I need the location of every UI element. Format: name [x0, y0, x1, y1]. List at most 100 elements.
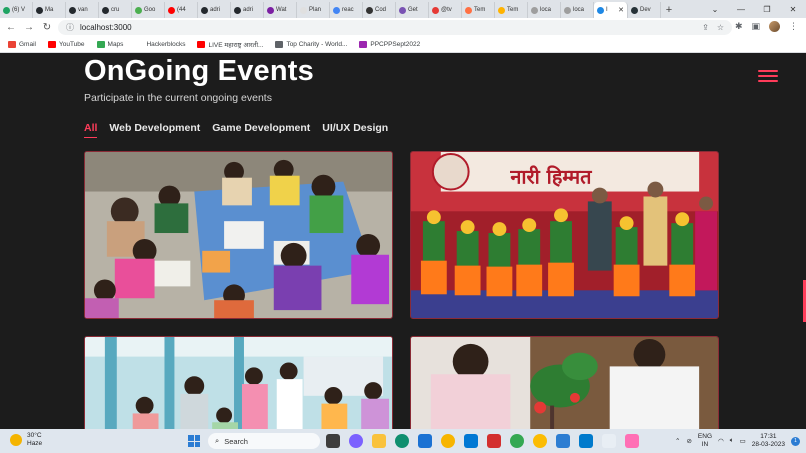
bookmark-item[interactable]: PPCPPSept2022	[359, 41, 420, 48]
hamburger-menu-icon[interactable]	[758, 70, 778, 84]
tab-title: Tem	[507, 7, 519, 13]
event-card[interactable]	[410, 336, 719, 429]
browser-tab[interactable]: I ✕	[594, 2, 628, 18]
browser-tab[interactable]: @tv	[429, 2, 462, 18]
bookmark-item[interactable]: LIVE महाराष्ट्र आरती...	[197, 40, 263, 49]
browser-tab[interactable]: loca	[528, 2, 561, 18]
address-bar[interactable]: ⓘ localhost:3000 ⇪ ☆	[58, 20, 732, 35]
browser-tab[interactable]: Tem	[495, 2, 528, 18]
browser-tab[interactable]: Dev	[628, 2, 661, 18]
mcafee-icon[interactable]	[487, 434, 501, 448]
chat-icon[interactable]	[349, 434, 363, 448]
snipping-tool-icon[interactable]	[556, 434, 570, 448]
windows-start-icon[interactable]	[188, 435, 200, 447]
browser-tab[interactable]: cru	[99, 2, 132, 18]
filter-tab[interactable]: All	[84, 122, 98, 138]
browser-tab[interactable]: adri	[231, 2, 264, 18]
new-tab-button[interactable]: +	[661, 2, 677, 18]
browser-tab[interactable]: van	[66, 2, 99, 18]
browser-tab[interactable]: adri	[198, 2, 231, 18]
browser-tab[interactable]: loca	[561, 2, 594, 18]
bookmark-item[interactable]: YouTube	[47, 41, 85, 48]
browser-tab[interactable]: Plan	[297, 2, 330, 18]
bookmark-label: PPCPPSept2022	[370, 41, 421, 48]
event-card[interactable]: नारी हिम्मत	[410, 151, 719, 319]
notification-badge[interactable]: 1	[791, 436, 800, 446]
bookmark-star-icon[interactable]: ☆	[717, 23, 724, 32]
tab-favicon-icon	[168, 6, 175, 14]
filter-tab[interactable]: Web Development	[109, 122, 200, 138]
bookmark-favicon-icon	[275, 41, 284, 48]
store-icon[interactable]	[418, 434, 432, 448]
browser-tab[interactable]: Wat	[264, 2, 297, 18]
photos-icon[interactable]	[464, 434, 478, 448]
network-warning-icon[interactable]: ⊘	[686, 437, 691, 445]
battery-icon[interactable]: ▭	[740, 437, 746, 445]
restore-icon[interactable]: ❐	[754, 0, 780, 18]
filter-tab[interactable]: UI/UX Design	[322, 122, 388, 138]
extensions-icon[interactable]: ✱	[735, 21, 743, 32]
bookmark-item[interactable]: Top Charity - World...	[275, 41, 347, 48]
filter-tab[interactable]: Game Development	[212, 122, 310, 138]
menu-kebab-icon[interactable]: ⋮	[789, 21, 798, 32]
wifi-icon[interactable]: ◠	[718, 437, 724, 445]
volume-icon[interactable]: 🔈︎	[730, 437, 734, 445]
windows-taskbar: 30°C Haze ⌕ Search ⌃ ⊘ ENG IN ◠ 🔈︎ ▭ 17:…	[0, 429, 806, 453]
bookmark-item[interactable]: Gmail	[8, 41, 36, 48]
minimize-icon[interactable]: —	[728, 0, 754, 18]
event-card[interactable]	[84, 151, 393, 319]
tab-favicon-icon	[366, 6, 373, 14]
terminal-icon[interactable]	[602, 434, 616, 448]
bookmark-item[interactable]: Hackerblocks	[135, 41, 185, 48]
tab-favicon-icon	[3, 6, 10, 14]
taskbar-search[interactable]: ⌕ Search	[208, 433, 320, 449]
browser-tab[interactable]: Goo	[132, 2, 165, 18]
tab-title: Goo	[144, 7, 156, 13]
figma-icon[interactable]	[625, 434, 639, 448]
weather-condition: Haze	[27, 440, 43, 447]
reload-icon[interactable]: ↻	[42, 22, 52, 33]
weather-widget[interactable]: 30°C Haze	[10, 432, 42, 448]
task-view-icon[interactable]	[326, 434, 340, 448]
file-explorer-icon[interactable]	[372, 434, 386, 448]
language-indicator[interactable]: ENG IN	[698, 433, 712, 449]
bookmark-item[interactable]: Maps	[96, 41, 123, 48]
tab-title: (6) V	[12, 7, 26, 13]
browser-tab[interactable]: Cod	[363, 2, 396, 18]
tab-favicon-icon	[333, 6, 340, 14]
edge-icon[interactable]	[395, 434, 409, 448]
bookmark-label: Gmail	[19, 41, 36, 48]
url-text[interactable]: localhost:3000	[80, 23, 132, 32]
bookmark-label: Top Charity - World...	[286, 41, 348, 48]
chrome-icon[interactable]	[510, 434, 524, 448]
clock[interactable]: 17:31 28-03-2023	[752, 433, 785, 449]
close-tab-icon[interactable]: ✕	[618, 6, 624, 14]
close-window-icon[interactable]: ✕	[780, 0, 806, 18]
browser-tab[interactable]: Tem	[462, 2, 495, 18]
taskbar-apps	[326, 434, 639, 448]
browser-tab[interactable]: reac	[330, 2, 363, 18]
tab-title: Ma	[45, 7, 54, 13]
browser-tab[interactable]: (6) V	[0, 2, 33, 18]
bookmark-favicon-icon	[359, 41, 368, 48]
vscode-icon[interactable]	[579, 434, 593, 448]
language-code: ENG	[697, 433, 713, 440]
back-icon[interactable]: ←	[6, 22, 16, 33]
norton-icon[interactable]	[441, 434, 455, 448]
clock-date: 28-03-2023	[751, 441, 785, 448]
event-card[interactable]	[84, 336, 393, 429]
show-hidden-icons-icon[interactable]: ⌃	[675, 437, 680, 445]
event-filter-tabs: All Web Development Game Development UI/UX …	[84, 122, 388, 138]
browser-tab[interactable]: (44	[165, 2, 198, 18]
chrome-profile-icon[interactable]	[533, 434, 547, 448]
site-info-icon[interactable]: ⓘ	[66, 22, 74, 33]
tab-search-icon[interactable]: ⌄	[702, 0, 728, 18]
forward-icon[interactable]: →	[24, 22, 34, 33]
tab-title: I	[606, 7, 608, 13]
share-icon[interactable]: ⇪	[702, 23, 709, 32]
stage-banner-text: नारी हिम्मत	[509, 165, 592, 189]
profile-avatar[interactable]	[769, 21, 780, 32]
browser-tab[interactable]: Get	[396, 2, 429, 18]
side-panel-icon[interactable]: ▣	[751, 21, 760, 32]
browser-tab[interactable]: Ma	[33, 2, 66, 18]
